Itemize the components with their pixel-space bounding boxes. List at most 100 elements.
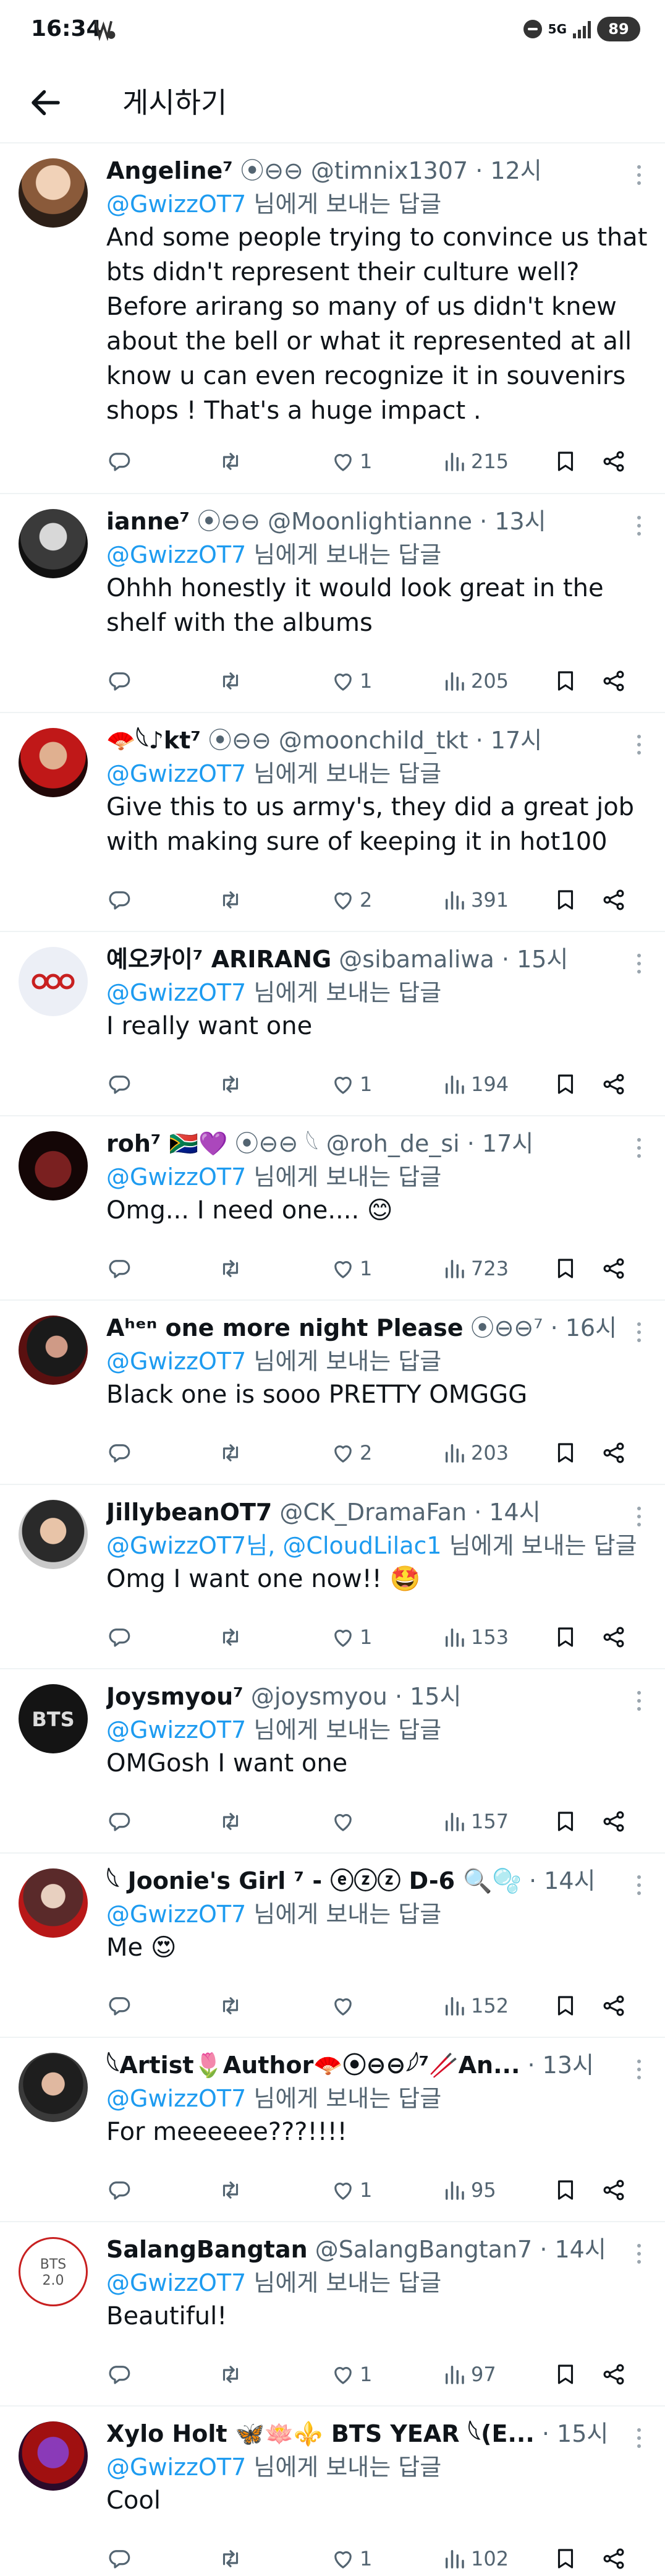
reply-to-mention[interactable]: @GwizzOT7: [106, 541, 246, 568]
avatar[interactable]: [19, 1316, 88, 1385]
more-options-icon[interactable]: [635, 1873, 643, 1898]
reply-button[interactable]: [106, 1436, 132, 1470]
like-button[interactable]: [330, 1804, 360, 1839]
display-name[interactable]: Xylo Holt 🦋🪷⚜️ BTS YEAR 𓆩(E...: [106, 2420, 535, 2447]
like-button[interactable]: 2: [330, 883, 372, 917]
views-button[interactable]: 97: [441, 2357, 496, 2392]
display-name[interactable]: 𓆩 Joonie's Girl ⁷ - ⓔⓩⓩ D-6 🔍🫧: [106, 1867, 522, 1894]
avatar[interactable]: [19, 728, 88, 797]
more-options-icon[interactable]: [635, 1136, 643, 1161]
avatar[interactable]: [19, 509, 88, 578]
reply-to-mention[interactable]: @GwizzOT7: [106, 760, 246, 787]
views-button[interactable]: 102: [441, 2541, 509, 2576]
views-button[interactable]: 215: [441, 444, 509, 479]
views-button[interactable]: 157: [441, 1804, 509, 1839]
avatar[interactable]: [19, 158, 88, 228]
reply-to-mention[interactable]: @GwizzOT7: [106, 190, 246, 218]
reply-post[interactable]: roh⁷ 🇿🇦💜 ⦿⊖⊖ 𓆩 @roh_de_si · 17시 @GwizzOT…: [0, 1116, 665, 1301]
reply-button[interactable]: [106, 664, 132, 698]
more-options-icon[interactable]: [635, 1505, 643, 1530]
user-handle[interactable]: @sibamaliwa: [339, 946, 494, 973]
repost-button[interactable]: [218, 664, 244, 698]
display-name[interactable]: Joysmyou⁷: [106, 1683, 244, 1710]
repost-button[interactable]: [218, 1620, 244, 1654]
share-button[interactable]: [601, 664, 627, 698]
reply-button[interactable]: [106, 2541, 132, 2576]
share-button[interactable]: [601, 1988, 627, 2023]
share-button[interactable]: [601, 2357, 627, 2392]
reply-button[interactable]: [106, 1620, 132, 1654]
reply-to-mention[interactable]: @GwizzOT7: [106, 979, 246, 1006]
repost-button[interactable]: [218, 1804, 244, 1839]
avatar[interactable]: [19, 1131, 88, 1200]
user-handle[interactable]: @SalangBangtan7: [315, 2236, 532, 2263]
avatar[interactable]: BTS: [19, 1684, 88, 1753]
avatar[interactable]: [19, 1868, 88, 1938]
views-button[interactable]: 152: [441, 1988, 509, 2023]
display-name[interactable]: 𓆩Artist🌷Author🪭⦿⊖⊖𓆪⁷🥢An...: [106, 2052, 520, 2079]
reply-post[interactable]: BTS 2.0 SalangBangtan @SalangBangtan7 · 1…: [0, 2222, 665, 2407]
reply-post[interactable]: Xylo Holt 🦋🪷⚜️ BTS YEAR 𓆩(E... · 15시 @Gw…: [0, 2407, 665, 2570]
bookmark-button[interactable]: [553, 444, 578, 479]
display-name[interactable]: Angeline⁷: [106, 157, 233, 184]
reply-to-mention[interactable]: @CloudLilac1: [282, 1532, 441, 1559]
user-handle[interactable]: @timnix1307: [311, 157, 468, 184]
repost-button[interactable]: [218, 444, 244, 479]
views-button[interactable]: 205: [441, 664, 509, 698]
avatar[interactable]: [19, 2053, 88, 2122]
bookmark-button[interactable]: [553, 2541, 578, 2576]
reply-post[interactable]: Aʰᵉⁿ one more night Please ⦿⊖⊖⁷ · 16시 @G…: [0, 1301, 665, 1485]
display-name[interactable]: roh⁷ 🇿🇦💜: [106, 1130, 227, 1157]
reply-button[interactable]: [106, 2357, 132, 2392]
like-button[interactable]: 1: [330, 2357, 372, 2392]
reply-post[interactable]: ianne⁷ ⦿⊖⊖ @Moonlightianne · 13시 @GwizzO…: [0, 494, 665, 713]
user-handle[interactable]: @moonchild_tkt: [279, 727, 468, 754]
like-button[interactable]: 1: [330, 1251, 372, 1286]
bookmark-button[interactable]: [553, 1988, 578, 2023]
avatar[interactable]: [19, 1500, 88, 1569]
more-options-icon[interactable]: [635, 163, 643, 188]
reply-button[interactable]: [106, 883, 132, 917]
reply-button[interactable]: [106, 2173, 132, 2207]
avatar[interactable]: [19, 2421, 88, 2491]
reply-button[interactable]: [106, 444, 132, 479]
like-button[interactable]: 1: [330, 2173, 372, 2207]
share-button[interactable]: [601, 1436, 627, 1470]
bookmark-button[interactable]: [553, 664, 578, 698]
user-handle[interactable]: @Moonlightianne: [268, 508, 472, 535]
more-options-icon[interactable]: [635, 514, 643, 539]
share-button[interactable]: [601, 2541, 627, 2576]
reply-to-mention[interactable]: @GwizzOT7: [106, 1716, 246, 1744]
like-button[interactable]: 1: [330, 664, 372, 698]
like-button[interactable]: 1: [330, 444, 372, 479]
display-name[interactable]: ianne⁷: [106, 508, 190, 535]
share-button[interactable]: [601, 2173, 627, 2207]
more-options-icon[interactable]: [635, 1320, 643, 1345]
reply-post[interactable]: 🪭𓆩♪kt⁷ ⦿⊖⊖ @moonchild_tkt · 17시 @GwizzOT…: [0, 713, 665, 932]
like-button[interactable]: 1: [330, 2541, 372, 2576]
repost-button[interactable]: [218, 2357, 244, 2392]
repost-button[interactable]: [218, 2541, 244, 2576]
display-name[interactable]: 예오카이⁷ ARIRANG: [106, 946, 331, 973]
views-button[interactable]: 194: [441, 1067, 509, 1102]
repost-button[interactable]: [218, 1251, 244, 1286]
views-button[interactable]: 391: [441, 883, 509, 917]
share-button[interactable]: [601, 1620, 627, 1654]
reply-to-mention[interactable]: @GwizzOT7: [106, 2454, 246, 2481]
user-handle[interactable]: @CK_DramaFan: [279, 1499, 467, 1526]
bookmark-button[interactable]: [553, 883, 578, 917]
reply-post[interactable]: JillybeanOT7 @CK_DramaFan · 14시 @GwizzOT…: [0, 1485, 665, 1669]
reply-to-mention[interactable]: @GwizzOT7: [106, 1348, 246, 1375]
share-button[interactable]: [601, 1804, 627, 1839]
reply-button[interactable]: [106, 1067, 132, 1102]
repost-button[interactable]: [218, 883, 244, 917]
repost-button[interactable]: [218, 2173, 244, 2207]
reply-to-mention[interactable]: @GwizzOT7: [106, 2269, 246, 2296]
display-name[interactable]: SalangBangtan: [106, 2236, 308, 2263]
display-name[interactable]: 🪭𓆩♪kt⁷: [106, 727, 201, 754]
bookmark-button[interactable]: [553, 1620, 578, 1654]
bookmark-button[interactable]: [553, 1251, 578, 1286]
bookmark-button[interactable]: [553, 1436, 578, 1470]
bookmark-button[interactable]: [553, 1804, 578, 1839]
user-handle[interactable]: @joysmyou: [251, 1683, 388, 1710]
